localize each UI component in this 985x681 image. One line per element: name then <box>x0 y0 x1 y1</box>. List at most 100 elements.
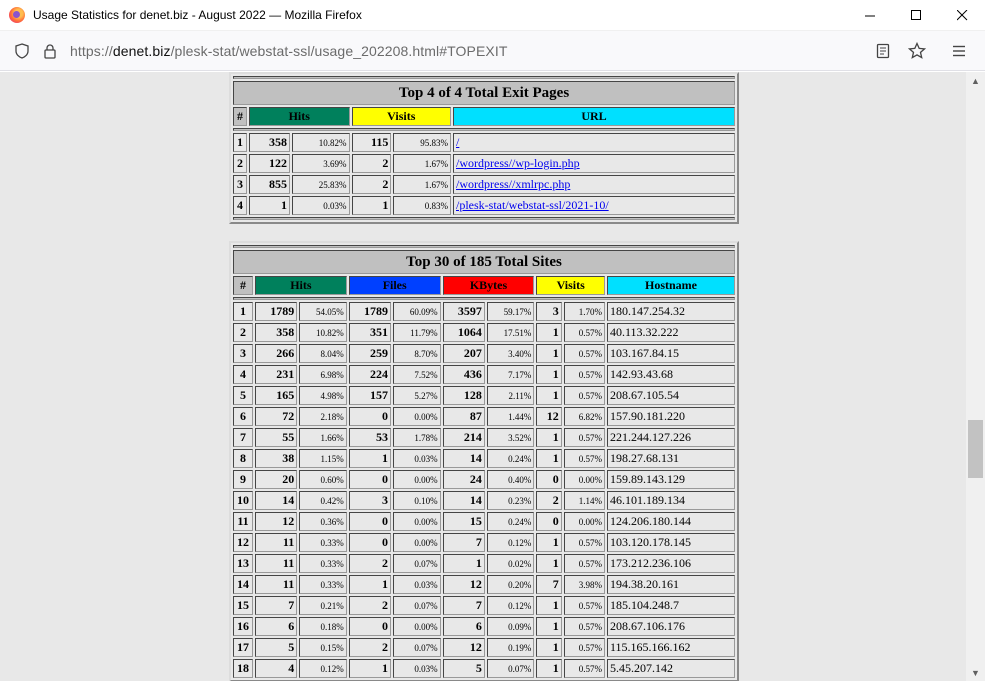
files-percent: 5.27% <box>393 386 441 405</box>
kbytes-percent: 59.17% <box>486 302 535 321</box>
files-value: 351 <box>348 323 392 342</box>
kbytes-value: 87 <box>442 407 485 426</box>
url-prefix: https:// <box>70 43 113 59</box>
kbytes-value: 7 <box>442 596 485 615</box>
visits-value: 1 <box>536 449 562 468</box>
scroll-up-arrow-icon[interactable]: ▲ <box>966 72 985 89</box>
kbytes-value: 5 <box>442 659 485 678</box>
minimize-button[interactable] <box>847 0 893 31</box>
exit-page-link[interactable]: /plesk-stat/webstat-ssl/2021-10/ <box>456 198 609 212</box>
exit-pages-title: Top 4 of 4 Total Exit Pages <box>233 81 735 105</box>
kbytes-percent: 1.44% <box>486 407 535 426</box>
files-value: 2 <box>348 596 392 615</box>
hits-value: 358 <box>255 323 298 342</box>
row-number: 3 <box>233 175 247 194</box>
visits-percent: 0.57% <box>563 617 605 636</box>
url-path: /plesk-stat/webstat-ssl/usage_202208.htm… <box>170 43 508 59</box>
hits-percent: 10.82% <box>299 323 347 342</box>
row-number: 15 <box>233 596 253 615</box>
files-percent: 0.07% <box>393 596 441 615</box>
col-header-url: URL <box>453 107 735 126</box>
row-number: 13 <box>233 554 253 573</box>
visits-percent: 0.57% <box>563 428 605 447</box>
files-value: 2 <box>348 554 392 573</box>
kbytes-percent: 0.07% <box>486 659 535 678</box>
row-number: 8 <box>233 449 253 468</box>
files-value: 0 <box>348 533 392 552</box>
exit-page-link[interactable]: /wordpress//wp-login.php <box>456 156 580 170</box>
files-percent: 0.00% <box>393 617 441 636</box>
hits-percent: 0.36% <box>299 512 347 531</box>
kbytes-value: 15 <box>442 512 485 531</box>
hits-percent: 6.98% <box>299 365 347 384</box>
files-value: 2 <box>348 638 392 657</box>
visits-value: 1 <box>536 617 562 636</box>
hostname-cell: 198.27.68.131 <box>607 449 735 468</box>
col-header-files: Files <box>348 276 441 295</box>
kbytes-value: 7 <box>442 533 485 552</box>
col-header-hostname: Hostname <box>607 276 735 295</box>
hits-percent: 2.18% <box>299 407 347 426</box>
kbytes-percent: 0.02% <box>486 554 535 573</box>
url-cell: /wordpress//xmlrpc.php <box>453 175 735 194</box>
hits-percent: 0.12% <box>299 659 347 678</box>
visits-percent: 0.00% <box>563 512 605 531</box>
visits-value: 1 <box>536 323 562 342</box>
files-percent: 0.07% <box>393 554 441 573</box>
hits-percent: 0.33% <box>299 533 347 552</box>
hostname-cell: 40.113.32.222 <box>607 323 735 342</box>
vertical-scrollbar[interactable]: ▲ ▼ <box>966 72 985 681</box>
padlock-icon[interactable] <box>36 37 64 65</box>
files-value: 1789 <box>348 302 392 321</box>
visits-value: 7 <box>536 575 562 594</box>
exit-page-link[interactable]: /wordpress//xmlrpc.php <box>456 177 570 191</box>
maximize-icon <box>910 10 921 20</box>
hostname-cell: 208.67.105.54 <box>607 386 735 405</box>
table-row: 9 20 0.60% 0 0.00% 24 0.40% 0 0.00% 159.89.143.12… <box>233 470 735 489</box>
visits-value: 2 <box>351 154 392 173</box>
hostname-cell: 46.101.189.134 <box>607 491 735 510</box>
url-cell: / <box>453 133 735 152</box>
table-row: 2 122 3.69% 2 1.67%/wordpress//wp-login.php <box>233 154 735 173</box>
scrollbar-thumb[interactable] <box>968 420 983 478</box>
kbytes-value: 3597 <box>442 302 485 321</box>
table-row: 6 72 2.18% 0 0.00% 87 1.44% 12 6.82% 157.90.181.2… <box>233 407 735 426</box>
visits-value: 2 <box>536 491 562 510</box>
hits-value: 55 <box>255 428 298 447</box>
kbytes-percent: 0.23% <box>486 491 535 510</box>
row-number: 4 <box>233 365 253 384</box>
hits-value: 6 <box>255 617 298 636</box>
scroll-down-arrow-icon[interactable]: ▼ <box>966 664 985 681</box>
row-number: 14 <box>233 575 253 594</box>
maximize-button[interactable] <box>893 0 939 31</box>
visits-percent: 1.14% <box>563 491 605 510</box>
close-button[interactable] <box>939 0 985 31</box>
table-spacer <box>233 128 735 131</box>
files-value: 157 <box>348 386 392 405</box>
hits-value: 231 <box>255 365 298 384</box>
hamburger-menu-icon[interactable] <box>945 37 973 65</box>
url-bar[interactable]: https://denet.biz/plesk-stat/webstat-ssl… <box>0 31 507 71</box>
page-content: Top 4 of 4 Total Exit Pages # Hits Visit… <box>0 72 966 681</box>
visits-percent: 0.57% <box>563 386 605 405</box>
navigation-bar: https://denet.biz/plesk-stat/webstat-ssl… <box>0 31 985 71</box>
files-percent: 0.03% <box>393 449 441 468</box>
exit-page-link[interactable]: / <box>456 135 459 149</box>
table-spacer <box>233 297 735 300</box>
hits-percent: 10.82% <box>291 133 350 152</box>
table-row: 18 4 0.12% 1 0.03% 5 0.07% 1 0.57% 5.45.207.142 <box>233 659 735 678</box>
bookmark-star-icon[interactable] <box>903 37 931 65</box>
files-percent: 0.03% <box>393 575 441 594</box>
tracking-protection-shield-icon[interactable] <box>8 37 36 65</box>
files-percent: 0.00% <box>393 407 441 426</box>
reader-view-icon[interactable] <box>869 37 897 65</box>
url-text[interactable]: https://denet.biz/plesk-stat/webstat-ssl… <box>70 43 507 59</box>
col-header-hits: Hits <box>249 107 350 126</box>
hits-value: 266 <box>255 344 298 363</box>
files-percent: 8.70% <box>393 344 441 363</box>
files-value: 0 <box>348 470 392 489</box>
row-number: 11 <box>233 512 253 531</box>
visits-value: 1 <box>536 365 562 384</box>
kbytes-value: 128 <box>442 386 485 405</box>
hits-value: 1 <box>249 196 290 215</box>
